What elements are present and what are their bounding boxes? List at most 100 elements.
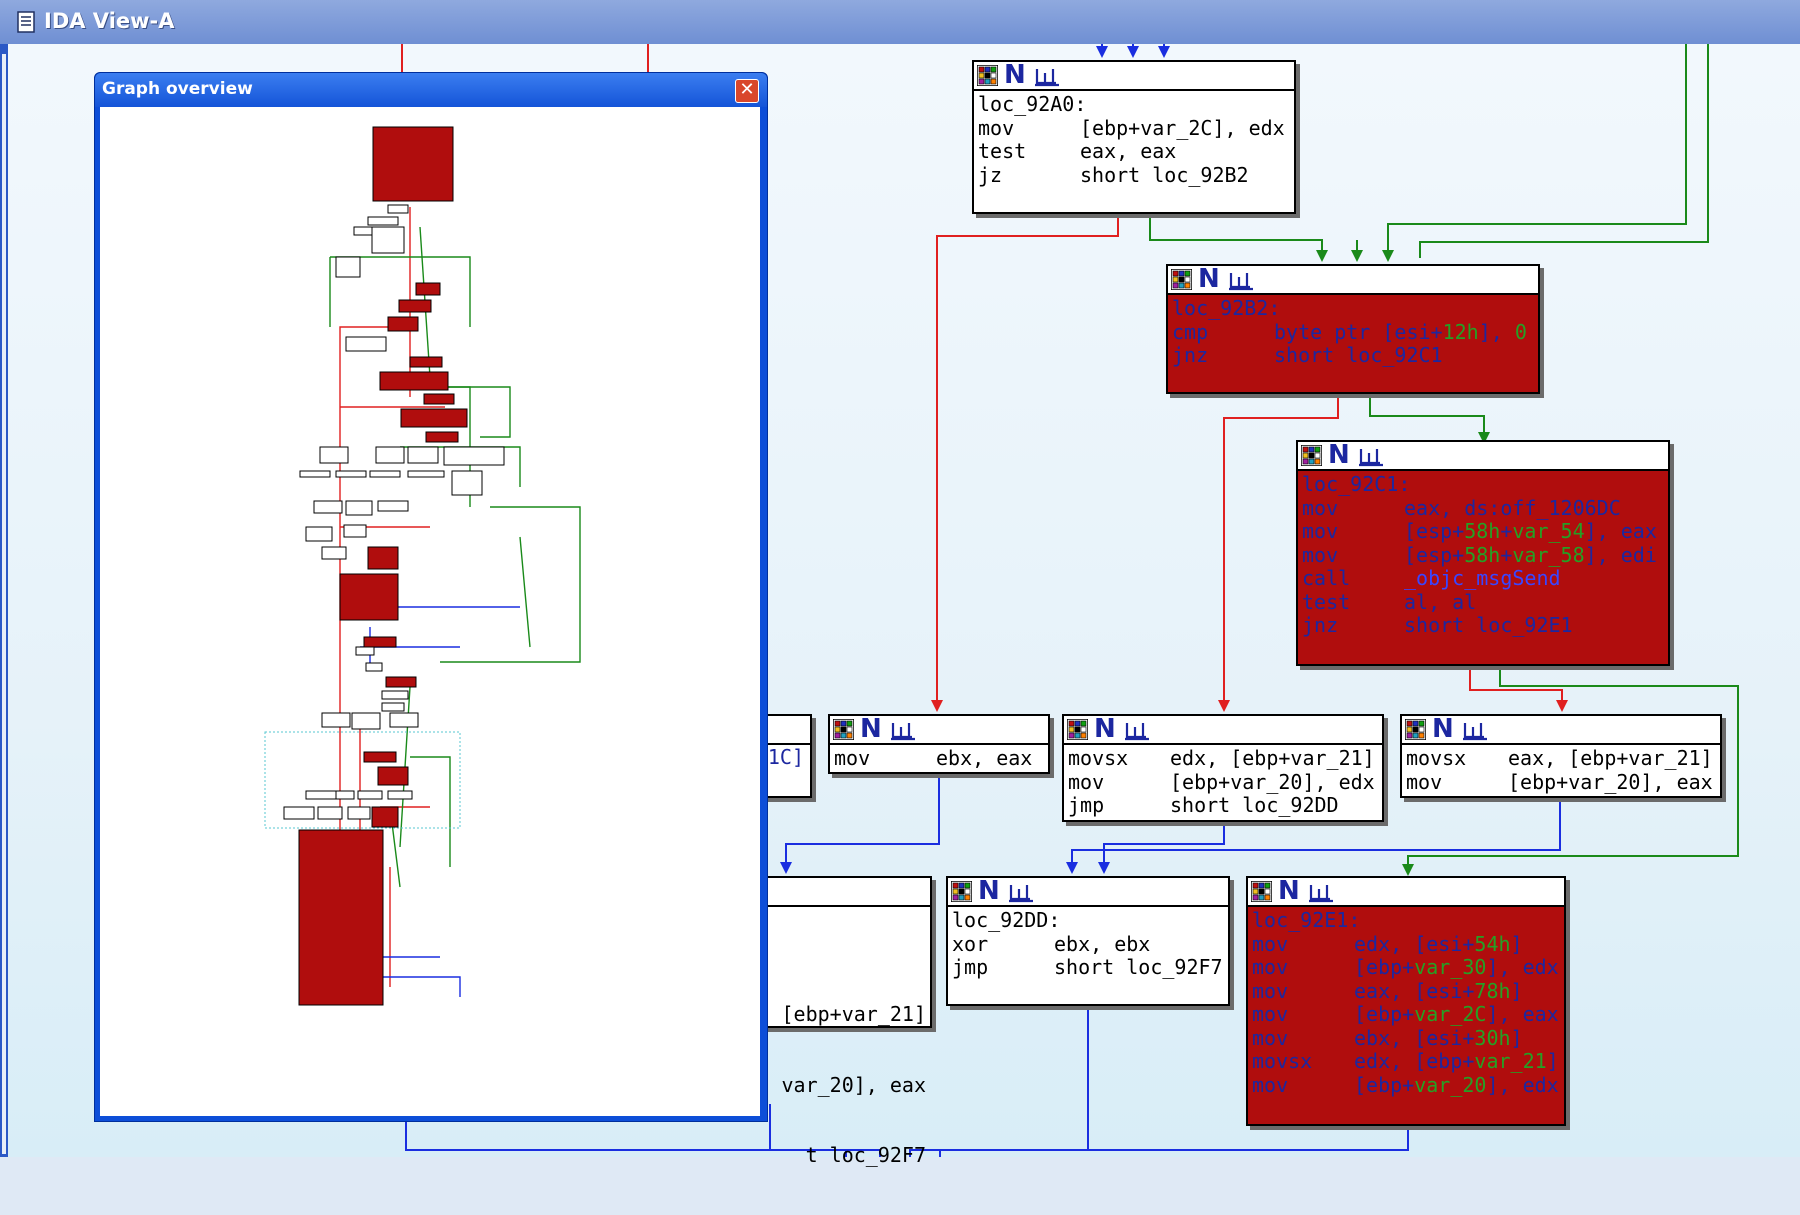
block-color-grid-icon[interactable] (1171, 269, 1192, 290)
operand-variable[interactable]: var_21 (1628, 746, 1700, 770)
fork-icon[interactable] (1358, 447, 1384, 467)
node-n-icon[interactable]: N (1328, 440, 1350, 470)
operand-variable[interactable]: var_21 (1474, 1049, 1546, 1073)
block-loc-92c1[interactable]: N loc_92C1: mov eax, ds:off_1206DC mov [esp+… (1296, 440, 1670, 666)
instruction-line[interactable]: jmp short loc_92DD (1068, 793, 1378, 818)
node-n-icon[interactable]: N (1278, 876, 1300, 906)
operand-variable[interactable]: 30h (1474, 1026, 1510, 1050)
block-loc-92a0[interactable]: N loc_92A0: mov [ebp+var_2C], edx test eax, … (972, 60, 1296, 214)
operand-variable[interactable]: var_54 (1512, 519, 1584, 543)
block-loc-92e1[interactable]: N loc_92E1: mov edx, [esi+54h] mov [ebp+var_… (1246, 876, 1566, 1126)
fork-icon[interactable] (1008, 883, 1034, 903)
fork-icon[interactable] (1124, 721, 1150, 741)
node-n-icon[interactable]: N (860, 714, 882, 744)
block-label-line[interactable]: loc_92DD: (952, 908, 1224, 933)
instruction-line[interactable]: mov ebx, [esi+30h] (1252, 1026, 1560, 1051)
block-color-grid-icon[interactable] (1405, 719, 1426, 740)
operand-variable[interactable]: var_2C (1414, 1002, 1486, 1026)
location-label[interactable]: loc_92C1: (1302, 472, 1410, 496)
mnemonic: cmp (1172, 319, 1209, 344)
block-label-line[interactable]: loc_92E1: (1252, 908, 1560, 933)
instruction-line[interactable]: mov [esp+58h+var_54], eax (1302, 519, 1664, 544)
graph-overview-window[interactable]: Graph overview ✕ (94, 72, 768, 1122)
operand-variable[interactable]: 0 (1515, 320, 1527, 344)
node-n-icon[interactable]: N (978, 876, 1000, 906)
location-label[interactable]: loc_92DD: (952, 908, 1060, 932)
instruction-line[interactable]: mov [ebp+var_2C], eax (1252, 1002, 1560, 1027)
instruction-line[interactable]: mov [ebp+var_30], edx (1252, 955, 1560, 980)
instruction-line[interactable]: cmp byte ptr [esi+12h], 0 (1172, 319, 1534, 345)
operand: ebx, eax (936, 746, 1033, 770)
block-color-grid-icon[interactable] (833, 719, 854, 740)
instruction-line[interactable]: jnz short loc_92C1 (1172, 343, 1534, 368)
block-movsx-eax[interactable]: N movsx eax, [ebp+var_21] mov [ebp+var_20],… (1400, 714, 1722, 798)
operand-variable[interactable]: 12h (1443, 320, 1479, 344)
block-color-grid-icon[interactable] (1067, 719, 1088, 740)
operand-variable[interactable]: var_2C (1140, 116, 1212, 140)
instruction-line[interactable]: mov [esp+58h+var_58], edi (1302, 542, 1664, 568)
operand-variable[interactable]: var_20 (1230, 770, 1302, 794)
instruction-line[interactable]: mov [ebp+var_20], edx (1252, 1072, 1560, 1098)
block-mov-ebx[interactable]: N mov ebx, eax (828, 714, 1050, 774)
location-label[interactable]: loc_92A0: (978, 92, 1086, 116)
fork-icon[interactable] (1462, 721, 1488, 741)
fork-icon[interactable] (1034, 67, 1060, 87)
node-n-icon[interactable]: N (1198, 264, 1220, 294)
instruction-line[interactable]: mov [ebp+var_20], edx (1068, 770, 1378, 795)
fork-icon[interactable] (1308, 883, 1334, 903)
block-loc-92dd[interactable]: N loc_92DD: xor ebx, ebx jmp short loc_92F7 (946, 876, 1230, 1006)
block-label-line[interactable]: loc_92C1: (1302, 472, 1664, 497)
overview-titlebar[interactable]: Graph overview ✕ (95, 73, 767, 107)
node-n-icon[interactable]: N (1094, 714, 1116, 744)
instruction-line[interactable]: movsx eax, [ebp+var_21] (1406, 746, 1716, 771)
operand: + (1500, 542, 1513, 567)
block-color-grid-icon[interactable] (1301, 445, 1322, 466)
node-n-icon[interactable]: N (1004, 60, 1026, 90)
block-color-grid-icon[interactable] (977, 65, 998, 86)
instruction-line[interactable]: xor ebx, ebx (952, 932, 1224, 957)
instruction-line[interactable]: movsx edx, [ebp+var_21] (1252, 1049, 1560, 1074)
operand-variable[interactable]: 58h (1464, 519, 1500, 543)
partial-line: t loc_92F7 (805, 1143, 926, 1167)
instruction-line[interactable]: mov [ebp+var_2C], edx (978, 116, 1290, 141)
overview-canvas[interactable] (100, 107, 760, 1116)
instruction-line[interactable]: call _objc_msgSend (1302, 566, 1664, 591)
instruction-line[interactable]: test eax, eax (978, 139, 1290, 164)
operand-variable[interactable]: 54h (1474, 932, 1510, 956)
instruction-line[interactable]: test al, al (1302, 590, 1664, 615)
instruction-line[interactable]: jmp short loc_92F7 (952, 955, 1224, 980)
operand-variable[interactable]: 58h (1464, 543, 1500, 567)
operand-function[interactable]: _objc_msgSend (1404, 566, 1561, 590)
node-n-icon[interactable]: N (1432, 714, 1454, 744)
location-label[interactable]: loc_92B2: (1172, 296, 1280, 320)
operand-variable[interactable]: var_30 (1414, 955, 1486, 979)
block-color-grid-icon[interactable] (1251, 881, 1272, 902)
block-movsx-edx[interactable]: N movsx edx, [ebp+var_21] mov [ebp+var_20],… (1062, 714, 1384, 822)
block-label-line[interactable]: loc_92A0: (978, 92, 1290, 117)
instruction-line[interactable]: mov eax, ds:off_1206DC (1302, 496, 1664, 521)
mnemonic: movsx (1068, 746, 1129, 770)
instruction-line[interactable]: mov [ebp+var_20], eax (1406, 769, 1716, 795)
operand-variable[interactable]: var_21 (1290, 746, 1362, 770)
instruction-line[interactable]: jnz short loc_92E1 (1302, 613, 1664, 638)
operand-variable[interactable]: 78h (1474, 979, 1510, 1003)
fork-icon[interactable] (890, 721, 916, 741)
fork-icon[interactable] (1228, 271, 1254, 291)
operand: ], eax (1640, 769, 1713, 794)
operand: [ebp+ (1354, 1072, 1415, 1097)
instruction-line[interactable]: movsx edx, [ebp+var_21] (1068, 746, 1378, 771)
mnemonic: jnz (1302, 613, 1339, 637)
instruction-line[interactable]: jz short loc_92B2 (978, 163, 1290, 188)
instruction-line[interactable]: mov ebx, eax (834, 746, 1044, 771)
location-label[interactable]: loc_92E1: (1252, 908, 1360, 932)
block-loc-92b2[interactable]: N loc_92B2: cmp byte ptr [esi+12h], 0 jnz sh… (1166, 264, 1540, 394)
operand-variable[interactable]: var_20 (1414, 1073, 1486, 1097)
instruction-line[interactable]: mov eax, [esi+78h] (1252, 979, 1560, 1004)
block-color-grid-icon[interactable] (951, 881, 972, 902)
instruction-line[interactable]: mov edx, [esi+54h] (1252, 932, 1560, 957)
block-label-line[interactable]: loc_92B2: (1172, 296, 1534, 321)
operand-variable[interactable]: var_20 (1568, 770, 1640, 794)
close-icon[interactable]: ✕ (735, 79, 759, 103)
operand-variable[interactable]: var_58 (1512, 543, 1584, 567)
mnemonic: movsx (1406, 746, 1467, 770)
